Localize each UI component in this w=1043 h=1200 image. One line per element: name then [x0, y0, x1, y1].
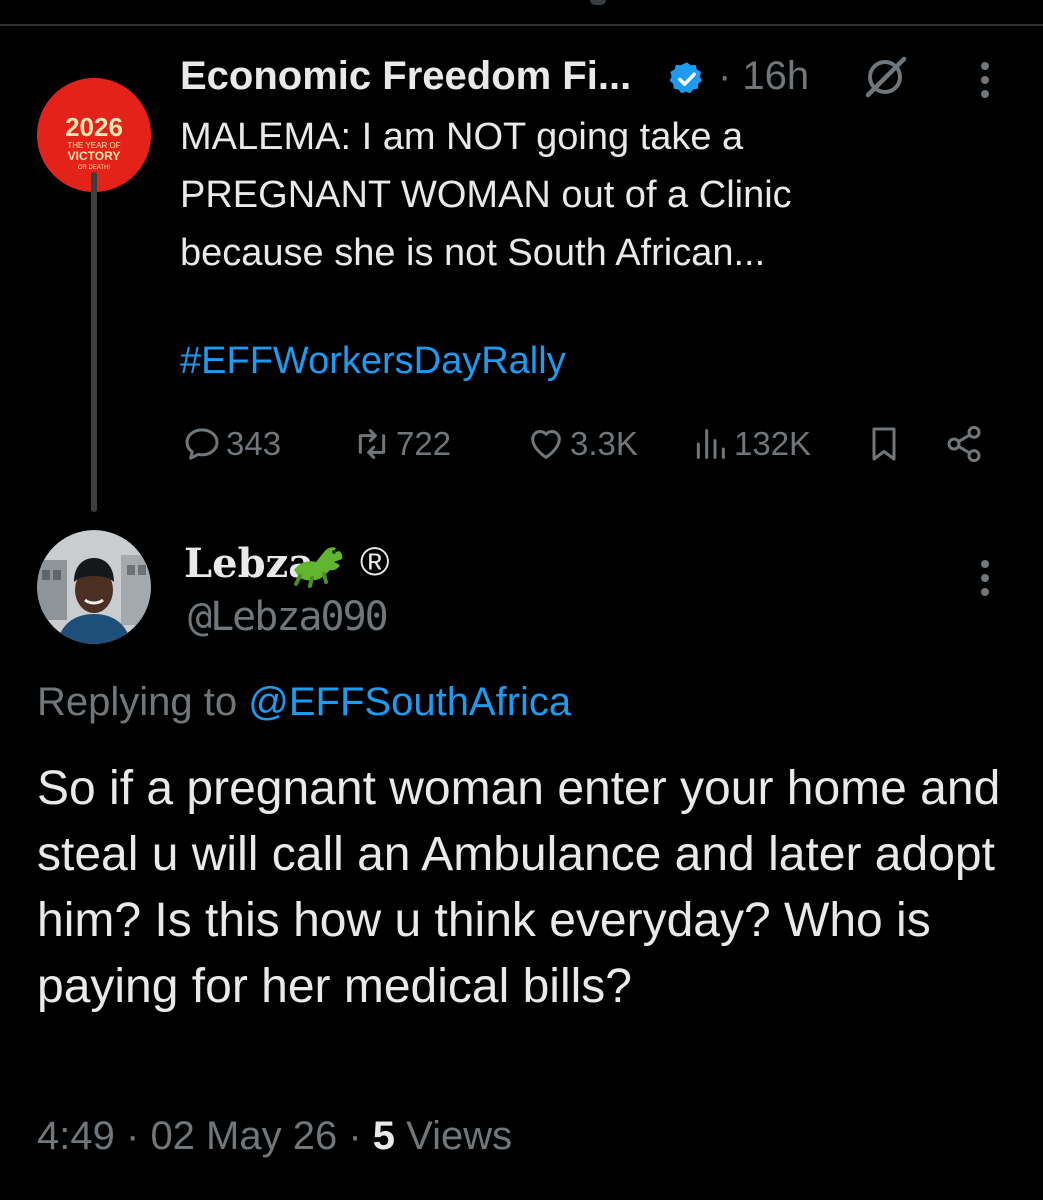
repost-action[interactable]: 722 — [352, 420, 451, 468]
registered-mark: ® — [360, 540, 390, 584]
replying-prefix: Replying to — [37, 680, 238, 724]
bookmark-icon — [872, 427, 896, 461]
views-action[interactable]: 132K — [690, 420, 811, 468]
reply-metadata: 4:49 · 02 May 26 · 5 Views — [37, 1114, 512, 1159]
lebza-avatar[interactable] — [37, 530, 151, 644]
parent-author-name[interactable]: Economic Freedom Fi... — [180, 54, 631, 99]
bookmark-action[interactable] — [864, 420, 904, 468]
top-divider — [0, 24, 1043, 26]
reply-views-count: 5 — [372, 1114, 396, 1158]
verified-badge-icon — [669, 62, 702, 94]
views-chart-icon — [696, 429, 725, 459]
share-action[interactable] — [944, 420, 984, 468]
more-options-icon[interactable] — [968, 558, 1002, 598]
reply-views-label: Views — [406, 1114, 513, 1158]
more-options-icon[interactable] — [968, 60, 1002, 100]
heart-icon — [531, 430, 561, 459]
like-action[interactable]: 3.3K — [526, 420, 638, 468]
reply-count: 343 — [226, 425, 282, 462]
meta-separator: · — [348, 1114, 362, 1158]
crocodile-icon — [294, 547, 343, 588]
avatar-line2: VICTORY — [68, 149, 121, 163]
reply-date[interactable]: 02 May 26 — [150, 1114, 337, 1158]
hashtag-link[interactable]: #EFFWorkersDayRally — [180, 340, 566, 383]
thread-line — [91, 172, 97, 512]
share-icon — [947, 425, 981, 463]
reply-tweet-text: So if a pregnant woman enter your home a… — [37, 762, 1001, 1013]
parent-timestamp[interactable]: · 16h — [718, 54, 809, 99]
reply-action[interactable]: 343 — [182, 420, 281, 468]
top-notch — [590, 0, 606, 5]
like-count: 3.3K — [570, 425, 638, 462]
reply-author-handle[interactable]: @Lebza090 — [188, 594, 389, 640]
grok-icon[interactable] — [860, 56, 910, 98]
user-photo-icon — [37, 530, 151, 644]
reply-time[interactable]: 4:49 — [37, 1114, 115, 1158]
replying-to-mention[interactable]: @EFFSouthAfrica — [248, 680, 571, 724]
avatar-year: 2026 — [65, 112, 123, 142]
meta-separator: · — [125, 1114, 140, 1158]
avatar-line3: OR DEATH! — [78, 165, 111, 171]
parent-tweet-text: MALEMA: I am NOT going take a PREGNANT W… — [180, 116, 792, 274]
reply-icon — [185, 428, 219, 460]
repost-count: 722 — [396, 425, 452, 462]
replying-to-line: Replying to @EFFSouthAfrica — [37, 680, 571, 725]
views-count: 132K — [734, 425, 812, 462]
repost-icon — [358, 429, 386, 459]
